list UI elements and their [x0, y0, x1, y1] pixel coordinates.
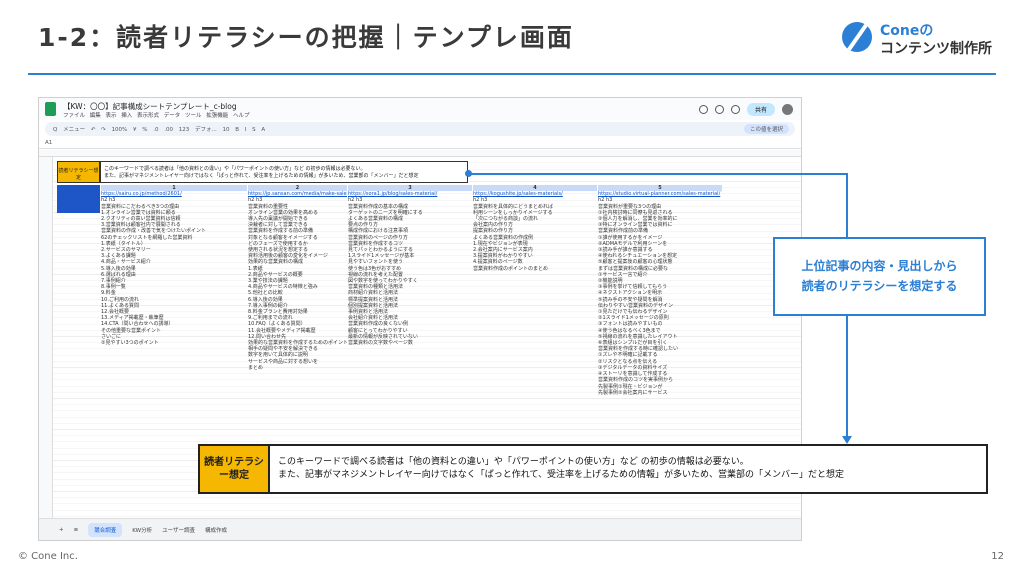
comment-icon[interactable]	[714, 104, 724, 114]
title-divider	[28, 73, 996, 75]
tab-competitor-research[interactable]: 競合調査	[88, 522, 123, 537]
menu-bar[interactable]: ファイル 編集 表示 挿入 表示形式 データ ツール 拡張機能 ヘルプ	[63, 111, 250, 119]
callout-text: このキーワードで調べる読者は「他の資料との違い」や「パワーポイントの使い方」など…	[278, 456, 844, 482]
page-number: 12	[991, 551, 1004, 562]
annotation-line2: 読者のリテラシーを想定する	[801, 279, 958, 293]
toolbar[interactable]: Q メニュー ↶ ↷ 100% ¥ % .0 .00 123 デフォ... 10…	[45, 122, 795, 136]
sheets-app-icon[interactable]	[45, 102, 56, 116]
heading-cell[interactable]: 先製事例②会社案内にサービス	[598, 390, 722, 396]
tab-user-research[interactable]: ユーザー調査	[162, 526, 195, 534]
logo-line2: コンテンツ制作所	[880, 41, 992, 57]
cell-reference[interactable]: A1	[45, 140, 52, 146]
heading-cell[interactable]: 営業資料の文字数やページ数	[348, 340, 472, 346]
header-actions: 共有	[698, 102, 793, 116]
logo-line1: Coneの	[880, 23, 934, 39]
all-sheets-button[interactable]: ≡	[74, 527, 79, 533]
callout-label: 読者リテラシー想定	[200, 446, 270, 492]
row-headers[interactable]	[39, 157, 53, 518]
slide-title: 1-2：読者リテラシーの把握｜テンプレ画面	[38, 23, 574, 52]
sheet-literacy-label[interactable]: 読者リテラシー想定	[57, 161, 100, 183]
share-button[interactable]: 共有	[746, 102, 775, 116]
toolbar-items[interactable]: Q メニュー ↶ ↷ 100% ¥ % .0 .00 123 デフォ... 10…	[53, 127, 265, 133]
tab-structure[interactable]: 構成作成	[205, 526, 227, 534]
toolbar-select-pill[interactable]: この値を選択	[743, 124, 789, 134]
slide: 1-2：読者リテラシーの把握｜テンプレ画面 Coneの コンテンツ制作所 【KW…	[0, 0, 1024, 576]
history-icon[interactable]	[698, 104, 708, 114]
heading-cell[interactable]: まとめ	[248, 365, 347, 371]
cone-logo-icon	[842, 22, 872, 52]
annotation-line1: 上位記事の内容・見出しから	[801, 259, 958, 273]
annotation-box: 上位記事の内容・見出しから 読者のリテラシーを想定する	[773, 237, 986, 316]
sheet-header: 【KW：〇〇】記事構成シートテンプレート_c-blog ファイル 編集 表示 挿…	[39, 98, 801, 120]
meet-icon[interactable]	[730, 104, 740, 114]
avatar[interactable]	[782, 103, 793, 115]
sheet-tabs: + ≡ 競合調査 KW分析 ユーザー調査 構成作成	[39, 518, 801, 540]
sheet-note-line2: また、記事がマネジメントレイヤー向けではなく「ぱっと作れて、受注率を上げるための…	[104, 173, 419, 179]
callout-line1: このキーワードで調べる読者は「他の資料との違い」や「パワーポイントの使い方」など…	[278, 457, 749, 467]
tab-kw-analysis[interactable]: KW分析	[132, 526, 152, 534]
article-url[interactable]: https://studio.virtual-planner.com/sales…	[598, 191, 722, 197]
heading-cell[interactable]: ②見やすい3つのポイント	[101, 340, 247, 346]
row-label-block	[57, 185, 100, 213]
connector-line-h	[468, 173, 847, 175]
sheet-note-line1: このキーワードで調べる読者は「他の資料との違い」や「パワーポイントの使い方」など…	[104, 166, 366, 172]
heading-cell[interactable]: 営業資料作成のポイントのまとめ	[473, 266, 597, 272]
cone-logo: Coneの コンテンツ制作所	[842, 18, 1012, 62]
formula-bar[interactable]: A1	[39, 138, 801, 149]
connector-arrow	[842, 436, 852, 444]
literacy-callout: 読者リテラシー想定 このキーワードで調べる読者は「他の資料との違い」や「パワーポ…	[198, 444, 988, 494]
article-url[interactable]: https://jp.sansan.com/media/make-sales-m…	[248, 191, 347, 197]
column-headers[interactable]	[39, 150, 801, 157]
callout-line2: また、記事がマネジメントレイヤー向けではなく「ぱっと作れて、受注率を上げるための…	[278, 470, 845, 480]
add-sheet-button[interactable]: +	[59, 527, 64, 533]
copyright: © Cone Inc.	[18, 551, 78, 562]
sheet-literacy-note[interactable]: このキーワードで調べる読者は「他の資料との違い」や「パワーポイントの使い方」など…	[100, 161, 468, 183]
